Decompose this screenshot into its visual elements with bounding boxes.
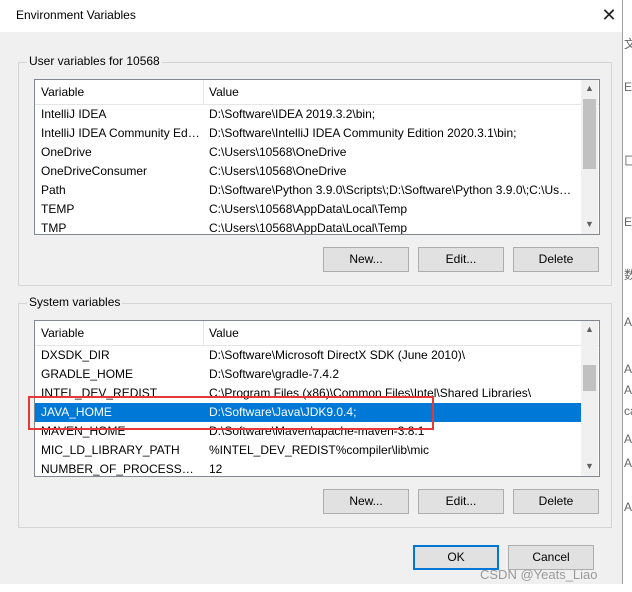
user-list-scrollbar[interactable]: ▲ ▼ — [581, 80, 598, 234]
variable-value-cell: D:\Software\gradle-7.4.2 — [209, 367, 340, 381]
scrollbar-thumb[interactable] — [583, 365, 596, 391]
scrollbar-thumb[interactable] — [583, 99, 596, 169]
variable-name-cell: NUMBER_OF_PROCESSORS — [41, 462, 201, 476]
user-edit-button[interactable]: Edit... — [418, 247, 504, 272]
table-row[interactable]: GRADLE_HOME D:\Software\gradle-7.4.2 — [35, 365, 581, 384]
variable-name-cell: OneDrive — [41, 145, 92, 159]
variable-name-cell: TEMP — [41, 202, 75, 216]
background-text: A — [624, 432, 632, 446]
background-text: 数 — [624, 268, 632, 282]
background-text: E — [624, 80, 632, 94]
user-delete-button[interactable]: Delete — [513, 247, 599, 272]
background-text: A — [624, 456, 632, 470]
column-header-value[interactable]: Value — [203, 80, 239, 104]
column-header-variable[interactable]: Variable — [35, 80, 84, 104]
background-text: A — [624, 315, 632, 329]
system-variables-label: System variables — [27, 295, 123, 309]
column-header-variable[interactable]: Variable — [35, 321, 84, 345]
variable-name-cell: IntelliJ IDEA — [41, 107, 107, 121]
variable-name-cell: GRADLE_HOME — [41, 367, 134, 381]
table-row[interactable]: OneDrive C:\Users\10568\OneDrive — [35, 143, 581, 162]
background-text: ca — [624, 404, 632, 418]
table-row[interactable]: IntelliJ IDEA D:\Software\IDEA 2019.3.2\b… — [35, 105, 581, 124]
background-text: A — [624, 500, 632, 514]
user-variables-list[interactable]: Variable Value IntelliJ IDEA D:\Software\… — [34, 79, 600, 235]
system-edit-button[interactable]: Edit... — [418, 489, 504, 514]
watermark-text: CSDN @Yeats_Liao — [480, 567, 598, 582]
window-title: Environment Variables — [16, 8, 136, 22]
variable-value-cell: C:\Users\10568\OneDrive — [209, 164, 347, 178]
background-text: A — [624, 362, 632, 376]
variable-value-cell: D:\Software\IDEA 2019.3.2\bin; — [209, 107, 376, 121]
scroll-up-icon[interactable]: ▲ — [581, 80, 598, 97]
table-row[interactable]: TMP C:\Users\10568\AppData\Local\Temp — [35, 219, 581, 235]
system-new-button[interactable]: New... — [323, 489, 409, 514]
system-list-header: Variable Value — [35, 321, 599, 346]
variable-name-cell: IntelliJ IDEA Community Edit... — [41, 126, 201, 140]
user-new-button[interactable]: New... — [323, 247, 409, 272]
annotation-highlight-box — [28, 396, 434, 430]
table-row[interactable]: OneDriveConsumer C:\Users\10568\OneDrive — [35, 162, 581, 181]
scroll-down-icon[interactable]: ▼ — [581, 216, 598, 233]
variable-value-cell: %INTEL_DEV_REDIST%compiler\lib\mic — [209, 443, 430, 457]
table-row[interactable]: NUMBER_OF_PROCESSORS 12 — [35, 460, 581, 476]
system-delete-button[interactable]: Delete — [513, 489, 599, 514]
variable-name-cell: DXSDK_DIR — [41, 348, 110, 362]
background-strip — [0, 584, 632, 592]
variable-value-cell: 12 — [209, 462, 223, 476]
table-row[interactable]: TEMP C:\Users\10568\AppData\Local\Temp — [35, 200, 581, 219]
table-row[interactable]: Path D:\Software\Python 3.9.0\Scripts\;D:… — [35, 181, 581, 200]
variable-name-cell: TMP — [41, 221, 67, 235]
variable-value-cell: D:\Software\Microsoft DirectX SDK (June … — [209, 348, 466, 362]
user-variables-label: User variables for 10568 — [27, 54, 162, 68]
title-bar: Environment Variables ✕ — [0, 0, 622, 32]
user-list-header: Variable Value — [35, 80, 599, 105]
scroll-up-icon[interactable]: ▲ — [581, 321, 598, 338]
table-row[interactable]: MIC_LD_LIBRARY_PATH %INTEL_DEV_REDIST%com… — [35, 441, 581, 460]
variable-value-cell: D:\Software\Python 3.9.0\Scripts\;D:\Sof… — [209, 183, 575, 197]
column-header-value[interactable]: Value — [203, 321, 239, 345]
variable-name-cell: Path — [41, 183, 66, 197]
variable-value-cell: C:\Users\10568\AppData\Local\Temp — [209, 221, 408, 235]
table-row[interactable]: DXSDK_DIR D:\Software\Microsoft DirectX S… — [35, 346, 581, 365]
background-text: A — [624, 383, 632, 397]
environment-variables-dialog: Environment Variables ✕ User variables f… — [0, 0, 623, 585]
variable-value-cell: C:\Users\10568\AppData\Local\Temp — [209, 202, 408, 216]
system-list-scrollbar[interactable]: ▲ ▼ — [581, 321, 598, 476]
background-text: 文 — [624, 37, 632, 51]
variable-name-cell: MIC_LD_LIBRARY_PATH — [41, 443, 180, 457]
scroll-down-icon[interactable]: ▼ — [581, 458, 598, 475]
table-row[interactable]: IntelliJ IDEA Community Edit... D:\Softwa… — [35, 124, 581, 143]
background-text: E — [624, 215, 632, 229]
variable-value-cell: D:\Software\IntelliJ IDEA Community Edit… — [209, 126, 517, 140]
background-text: 匚 — [624, 154, 632, 168]
variable-name-cell: OneDriveConsumer — [41, 164, 148, 178]
close-icon[interactable]: ✕ — [598, 4, 620, 26]
background-window-edge: 文 E 匚 E 数 A A A ca A A A — [624, 0, 632, 592]
variable-value-cell: C:\Users\10568\OneDrive — [209, 145, 347, 159]
